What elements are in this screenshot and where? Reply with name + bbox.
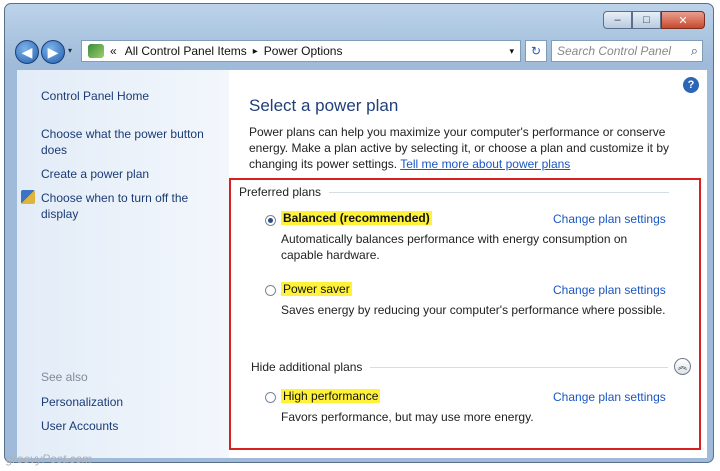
hide-additional-plans-label[interactable]: Hide additional plans [251,360,362,374]
back-button[interactable]: ◀ [15,40,39,64]
window-controls: – □ ✕ [603,11,705,29]
forward-button[interactable]: ▶ [41,40,65,64]
plan-balanced-radio[interactable] [265,215,276,226]
breadcrumb-all-items[interactable]: All Control Panel Items [125,44,247,58]
sidebar: Control Panel Home Choose what the power… [17,70,229,458]
breadcrumb-power-options[interactable]: Power Options [264,44,343,58]
sidebar-item-power-button[interactable]: Choose what the power button does [41,126,221,158]
plan-balanced-description: Automatically balances performance with … [281,232,628,262]
plan-high-performance-description: Favors performance, but may use more ene… [281,410,534,424]
minimize-button[interactable]: – [603,11,632,29]
change-plan-settings-link-power-saver[interactable]: Change plan settings [553,283,666,297]
address-overflow-chevrons[interactable]: « [110,44,117,58]
search-icon[interactable]: ⌕ [691,43,698,59]
sidebar-item-user-accounts[interactable]: User Accounts [41,418,118,434]
plan-high-performance-name[interactable]: High performance [281,389,381,403]
maximize-button[interactable]: □ [632,11,661,29]
change-plan-settings-link-balanced[interactable]: Change plan settings [553,212,666,226]
plan-balanced-name[interactable]: Balanced (recommended) [281,211,432,225]
preferred-plans-label: Preferred plans [239,185,322,199]
address-bar[interactable]: « All Control Panel Items ▸ Power Option… [81,40,521,62]
content-area: Control Panel Home Choose what the power… [17,70,707,458]
search-input[interactable]: Search Control Panel ⌕ [551,40,703,62]
sidebar-item-create-plan[interactable]: Create a power plan [41,166,149,182]
refresh-button[interactable]: ↻ [525,40,547,62]
see-also-heading: See also [41,370,88,384]
search-placeholder: Search Control Panel [557,44,672,58]
preferred-plans-header: Preferred plans [239,185,670,199]
window-frame: – □ ✕ ◀ ▶ ▾ « All Control Panel Items ▸ … [4,3,714,463]
address-dropdown-icon[interactable]: ▾ [509,46,514,57]
hide-additional-plans-header[interactable]: Hide additional plans [251,360,669,374]
page-title: Select a power plan [249,96,399,115]
change-plan-settings-link-high-performance[interactable]: Change plan settings [553,390,666,404]
close-button[interactable]: ✕ [661,11,705,29]
header-divider [370,366,669,368]
help-icon[interactable]: ? [683,77,699,93]
navigation-bar: ◀ ▶ ▾ « All Control Panel Items ▸ Power … [15,38,705,66]
header-divider [329,191,670,193]
recent-pages-dropdown[interactable]: ▾ [68,46,72,55]
page-description: Power plans can help you maximize your c… [249,124,693,172]
collapse-icon[interactable]: ︽ [674,358,691,375]
plan-power-saver-name[interactable]: Power saver [281,282,352,296]
breadcrumb-separator[interactable]: ▸ [253,46,258,57]
watermark: groovyPost.com [6,452,93,466]
plan-high-performance-radio[interactable] [265,392,276,403]
shield-icon [21,190,35,204]
plan-power-saver-radio[interactable] [265,285,276,296]
sidebar-item-control-panel-home[interactable]: Control Panel Home [41,88,149,104]
sidebar-item-personalization[interactable]: Personalization [41,394,123,410]
control-panel-icon [88,44,104,58]
plan-power-saver-description: Saves energy by reducing your computer's… [281,303,666,317]
tell-me-more-link[interactable]: Tell me more about power plans [400,157,570,171]
sidebar-item-turn-off-display[interactable]: Choose when to turn off the display [41,190,211,222]
